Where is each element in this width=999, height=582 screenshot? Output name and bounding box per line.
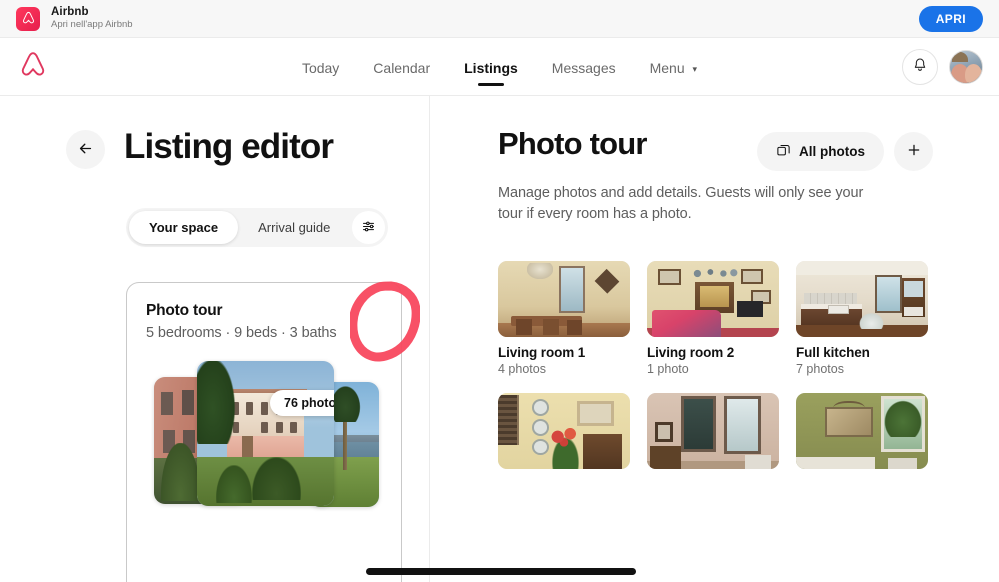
nav-item-today[interactable]: Today [302, 42, 339, 93]
room-card[interactable] [647, 393, 779, 477]
nav-label: Messages [551, 59, 616, 76]
smart-banner-subtitle: Apri nell'app Airbnb [51, 19, 133, 31]
listing-editor-panel: Listing editor Your space Arrival guide [0, 96, 429, 582]
arrow-left-icon [77, 140, 94, 160]
all-photos-button[interactable]: All photos [757, 132, 884, 171]
photo-tour-panel: Photo tour All photos Manage photos and … [430, 96, 999, 582]
room-card[interactable] [498, 393, 630, 477]
nav-item-listings[interactable]: Listings [464, 42, 518, 93]
smart-app-banner: Airbnb Apri nell'app Airbnb APRI [0, 0, 999, 38]
photo-count-badge: 76 photos [270, 390, 334, 416]
add-photo-button[interactable] [894, 132, 933, 171]
page-title: Listing editor [124, 127, 334, 166]
room-name: Full kitchen [796, 345, 870, 360]
stack-photo-main: 76 photos [197, 361, 334, 506]
photo-stack: 76 photos [127, 359, 401, 539]
nav-item-messages[interactable]: Messages [552, 42, 616, 93]
avatar[interactable] [949, 50, 983, 84]
photo-art-kitchen [796, 261, 928, 337]
nav-label: Menu [649, 59, 685, 76]
photo-tour-actions: All photos [757, 132, 933, 171]
room-thumbnail [647, 261, 779, 337]
sliders-icon [361, 219, 376, 237]
segmented-control: Your space Arrival guide [126, 208, 389, 247]
listing-settings-button[interactable] [352, 211, 386, 244]
room-card[interactable]: Living room 2 1 photo [647, 261, 779, 376]
nav-items: Today Calendar Listings Messages Menu ▾ [0, 38, 999, 96]
chevron-down-icon: ▾ [692, 63, 698, 74]
horizontal-scrollbar[interactable] [366, 568, 636, 575]
photo-tour-description: Manage photos and add details. Guests wi… [498, 185, 864, 222]
photo-tour-card-subtitle: 5 bedrooms · 9 beds · 3 baths [146, 325, 337, 341]
stacked-photos-icon [776, 143, 791, 161]
room-grid: Living room 1 4 photos Living room 2 1 p… [498, 261, 943, 477]
photo-art-green-room [796, 393, 928, 469]
room-thumbnail [796, 261, 928, 337]
space-tabs: Your space Arrival guide [126, 208, 389, 247]
app-root: Airbnb Apri nell'app Airbnb APRI Today C… [0, 0, 999, 582]
room-card[interactable] [796, 393, 928, 477]
bell-icon [912, 57, 928, 78]
photo-art-window-room [647, 393, 779, 469]
room-photo-count: 1 photo [647, 362, 689, 376]
room-photo-count: 4 photos [498, 362, 546, 376]
nav-label: Calendar [373, 59, 431, 76]
photo-art-yellow-room [498, 393, 630, 469]
photo-art-living-room [647, 261, 779, 337]
tab-your-space[interactable]: Your space [129, 211, 239, 244]
all-photos-label: All photos [799, 144, 865, 159]
room-thumbnail [498, 261, 630, 337]
photo-tour-title: Photo tour [498, 126, 647, 161]
notifications-button[interactable] [902, 49, 938, 85]
photo-art-dining-room [498, 261, 630, 337]
photo-tour-card-header: Photo tour 5 bedrooms · 9 beds · 3 baths [127, 283, 401, 341]
airbnb-logo-icon [16, 6, 40, 31]
room-thumbnail [647, 393, 779, 469]
photo-art-villa [197, 361, 334, 506]
room-card[interactable]: Living room 1 4 photos [498, 261, 630, 376]
room-card[interactable]: Full kitchen 7 photos [796, 261, 928, 376]
photo-tour-card[interactable]: Photo tour 5 bedrooms · 9 beds · 3 baths [126, 282, 402, 582]
room-photo-count: 7 photos [796, 362, 844, 376]
photo-tour-card-title: Photo tour [146, 302, 223, 319]
main-navigation: Today Calendar Listings Messages Menu ▾ [0, 38, 999, 96]
room-name: Living room 2 [647, 345, 735, 360]
avatar-hair [952, 52, 968, 62]
open-in-app-button[interactable]: APRI [918, 5, 983, 32]
smart-banner-text: Airbnb Apri nell'app Airbnb [51, 6, 133, 31]
tab-arrival-guide[interactable]: Arrival guide [238, 211, 350, 244]
nav-item-calendar[interactable]: Calendar [373, 42, 430, 93]
nav-right-actions [902, 38, 983, 96]
nav-label: Listings [464, 59, 518, 76]
nav-label: Today [301, 59, 340, 76]
plus-icon [906, 142, 922, 161]
back-button[interactable] [66, 130, 105, 169]
room-thumbnail [498, 393, 630, 469]
smart-banner-app-name: Airbnb [51, 6, 89, 19]
room-name: Living room 1 [498, 345, 586, 360]
nav-item-menu[interactable]: Menu ▾ [650, 42, 697, 93]
avatar-person-right [965, 64, 982, 83]
room-thumbnail [796, 393, 928, 469]
